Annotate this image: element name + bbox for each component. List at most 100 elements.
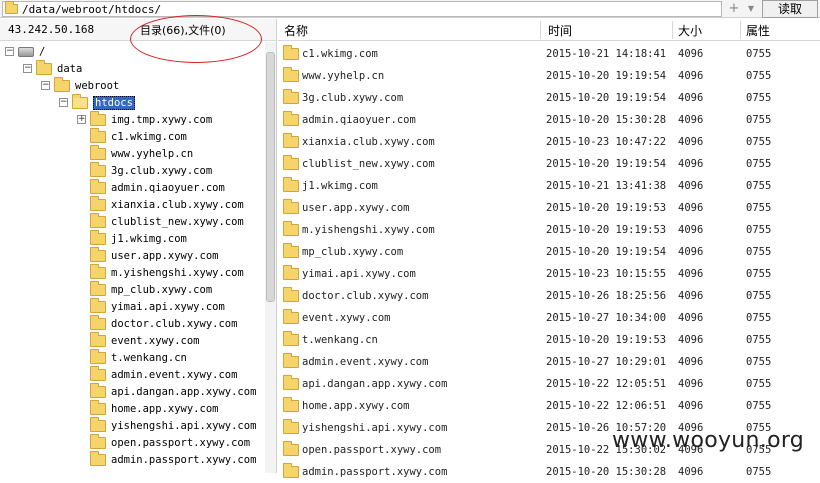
tree-item[interactable]: 3g.club.xywy.com — [90, 161, 212, 179]
cell-name: c1.wkimg.com — [302, 48, 378, 60]
folder-icon — [283, 331, 299, 346]
file-row[interactable]: user.app.xywy.com 2015-10-20 19:19:53 4096… — [278, 197, 820, 219]
cell-attr: 0755 — [746, 92, 772, 104]
file-row[interactable]: doctor.club.xywy.com 2015-10-26 18:25:56 4… — [278, 285, 820, 307]
plus-icon[interactable]: + — [726, 1, 742, 17]
file-row[interactable]: event.xywy.com 2015-10-27 10:34:00 4096 075… — [278, 307, 820, 329]
tree-item[interactable]: yishengshi.api.xywy.com — [90, 416, 256, 434]
tree-item-label: mp_club.xywy.com — [111, 283, 213, 296]
tree-item[interactable]: open.passport.xywy.com — [90, 433, 251, 451]
cell-name: user.app.xywy.com — [302, 202, 410, 214]
tree-item[interactable]: j1.wkimg.com — [90, 229, 187, 247]
col-name[interactable]: 名称 — [284, 22, 308, 39]
left-scrollbar[interactable] — [265, 42, 276, 473]
tree-item-label: user.app.xywy.com — [111, 249, 219, 262]
file-row[interactable]: m.yishengshi.xywy.com 2015-10-20 19:19:53… — [278, 219, 820, 241]
file-row[interactable]: admin.passport.xywy.com 2015-10-20 15:30:… — [278, 461, 820, 483]
folder-icon — [90, 399, 106, 415]
tree-item[interactable]: − webroot — [41, 76, 119, 94]
tree-item[interactable]: m.yishengshi.xywy.com — [90, 263, 244, 281]
tree-item[interactable]: api.dangan.app.xywy.com — [90, 382, 257, 400]
tree-item-label: event.xywy.com — [111, 334, 200, 347]
cell-size: 4096 — [678, 180, 704, 192]
file-row[interactable]: 3g.club.xywy.com 2015-10-20 19:19:54 4096 0… — [278, 87, 820, 109]
file-row[interactable]: c1.wkimg.com 2015-10-21 14:18:41 4096 0755 — [278, 43, 820, 65]
collapse-icon[interactable]: − — [23, 64, 32, 73]
col-divider[interactable] — [540, 21, 541, 39]
cell-name: m.yishengshi.xywy.com — [302, 224, 435, 236]
collapse-icon[interactable]: − — [41, 81, 50, 90]
file-row[interactable]: j1.wkimg.com 2015-10-21 13:41:38 4096 0755 — [278, 175, 820, 197]
file-row[interactable]: www.yyhelp.cn 2015-10-20 19:19:54 4096 0755 — [278, 65, 820, 87]
cell-attr: 0755 — [746, 312, 772, 324]
cell-name: admin.event.xywy.com — [302, 356, 429, 368]
tree-item[interactable]: home.app.xywy.com — [90, 399, 218, 417]
folder-icon — [72, 93, 88, 109]
folder-icon — [90, 450, 106, 466]
file-row[interactable]: mp_club.xywy.com 2015-10-20 19:19:54 4096 0… — [278, 241, 820, 263]
tree-item[interactable]: admin.qiaoyuer.com — [90, 178, 225, 196]
drive-icon — [18, 46, 34, 57]
file-row[interactable]: api.dangan.app.xywy.com 2015-10-22 12:05:… — [278, 373, 820, 395]
cell-time: 2015-10-20 19:19:54 — [546, 70, 667, 82]
cell-name: t.wenkang.cn — [302, 334, 378, 346]
folder-icon — [283, 397, 299, 412]
file-row[interactable]: home.app.xywy.com 2015-10-22 12:06:51 4096… — [278, 395, 820, 417]
tree-item[interactable]: yimai.api.xywy.com — [90, 297, 225, 315]
collapse-icon[interactable]: − — [59, 98, 68, 107]
read-button[interactable]: 读取 — [762, 0, 818, 18]
left-scrollbar-thumb[interactable] — [266, 52, 275, 302]
folder-icon — [283, 309, 299, 324]
tree-item-label: api.dangan.app.xywy.com — [111, 385, 257, 398]
file-row[interactable]: t.wenkang.cn 2015-10-20 19:19:53 4096 0755 — [278, 329, 820, 351]
tree-item[interactable]: admin.event.xywy.com — [90, 365, 237, 383]
tree-item-label: htdocs — [93, 95, 135, 110]
path-input[interactable]: /data/webroot/htdocs/ — [2, 1, 722, 17]
tree-item-label: clublist_new.xywy.com — [111, 215, 244, 228]
tree-item[interactable]: doctor.club.xywy.com — [90, 314, 237, 332]
cell-attr: 0755 — [746, 334, 772, 346]
folder-icon — [90, 127, 106, 143]
cell-time: 2015-10-21 13:41:38 — [546, 180, 667, 192]
tree-item[interactable]: user.app.xywy.com — [90, 246, 219, 264]
tree-item[interactable]: mp_club.xywy.com — [90, 280, 213, 298]
tree-item[interactable]: xianxia.club.xywy.com — [90, 195, 244, 213]
chevron-down-icon[interactable]: ▼ — [744, 1, 758, 17]
col-attr[interactable]: 属性 — [746, 22, 770, 39]
col-time[interactable]: 时间 — [548, 22, 572, 39]
file-row[interactable]: xianxia.club.xywy.com 2015-10-23 10:47:22… — [278, 131, 820, 153]
folder-icon — [90, 348, 106, 364]
col-size[interactable]: 大小 — [678, 22, 702, 39]
tree-item[interactable]: + img.tmp.xywy.com — [77, 110, 212, 128]
tree-item[interactable]: c1.wkimg.com — [90, 127, 187, 145]
tree-item[interactable]: admin.passport.xywy.com — [90, 450, 256, 468]
tree-item-label: open.passport.xywy.com — [111, 436, 251, 449]
directory-tree-pane: 43.242.50.168 目录(66),文件(0) − / − data − webro… — [0, 15, 277, 473]
tree-item[interactable]: event.xywy.com — [90, 331, 200, 349]
file-row[interactable]: admin.event.xywy.com 2015-10-27 10:29:01 4… — [278, 351, 820, 373]
col-divider[interactable] — [740, 21, 741, 39]
file-row[interactable]: admin.qiaoyuer.com 2015-10-20 15:30:28 409… — [278, 109, 820, 131]
cell-name: 3g.club.xywy.com — [302, 92, 404, 104]
file-row[interactable]: yimai.api.xywy.com 2015-10-23 10:15:55 409… — [278, 263, 820, 285]
tree-item[interactable]: − htdocs — [59, 93, 135, 111]
folder-icon — [54, 76, 70, 92]
cell-time: 2015-10-20 19:19:54 — [546, 92, 667, 104]
cell-attr: 0755 — [746, 180, 772, 192]
cell-time: 2015-10-26 18:25:56 — [546, 290, 667, 302]
tree-item[interactable]: − / — [5, 43, 45, 60]
collapse-icon[interactable]: − — [5, 47, 14, 56]
folder-icon — [283, 463, 299, 478]
tree-item[interactable]: t.wenkang.cn — [90, 348, 187, 366]
file-row[interactable]: clublist_new.xywy.com 2015-10-20 19:19:54… — [278, 153, 820, 175]
tree-item[interactable]: − data — [23, 59, 82, 77]
folder-icon — [283, 177, 299, 192]
cell-time: 2015-10-20 19:19:54 — [546, 158, 667, 170]
col-divider[interactable] — [672, 21, 673, 39]
folder-icon — [90, 314, 106, 330]
cell-time: 2015-10-20 15:30:28 — [546, 466, 667, 478]
toolbar: /data/webroot/htdocs/ + ▼ 读取 — [0, 0, 820, 18]
tree-item[interactable]: clublist_new.xywy.com — [90, 212, 244, 230]
tree-item[interactable]: www.yyhelp.cn — [90, 144, 193, 162]
expand-icon[interactable]: + — [77, 115, 86, 124]
